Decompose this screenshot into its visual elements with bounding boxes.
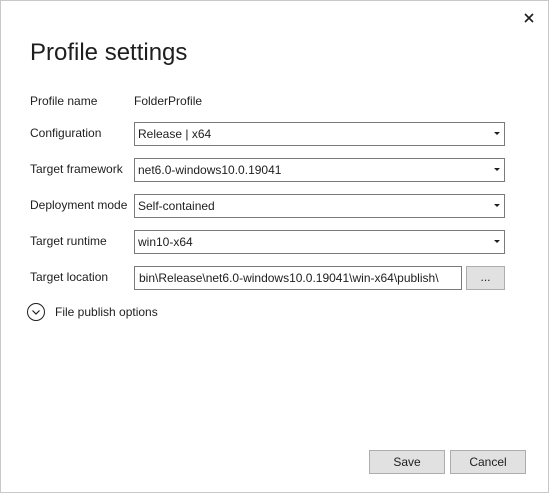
close-icon <box>524 13 534 23</box>
dropdown-arrow-icon <box>494 204 500 207</box>
profile-name-label: Profile name <box>30 94 98 108</box>
configuration-dropdown[interactable]: Release | x64 <box>134 122 505 146</box>
configuration-selected-value: Release | x64 <box>138 127 212 141</box>
profile-name-row: Profile name FolderProfile <box>30 90 505 114</box>
target-runtime-selected-value: win10-x64 <box>138 235 193 249</box>
configuration-row: Configuration Release | x64 <box>30 122 505 146</box>
target-framework-row: Target framework net6.0-windows10.0.1904… <box>30 158 505 182</box>
target-location-row: Target location ... <box>30 266 505 290</box>
target-location-input[interactable] <box>134 266 462 290</box>
browse-button[interactable]: ... <box>466 266 505 290</box>
target-runtime-row: Target runtime win10-x64 <box>30 230 505 254</box>
profile-settings-dialog: Profile settings Profile name FolderProf… <box>0 0 549 493</box>
dropdown-arrow-icon <box>494 168 500 171</box>
target-location-label: Target location <box>30 270 109 284</box>
dialog-title: Profile settings <box>30 39 188 66</box>
dropdown-arrow-icon <box>494 132 500 135</box>
target-framework-dropdown[interactable]: net6.0-windows10.0.19041 <box>134 158 505 182</box>
save-button[interactable]: Save <box>369 450 445 474</box>
deployment-mode-selected-value: Self-contained <box>138 199 215 213</box>
target-framework-selected-value: net6.0-windows10.0.19041 <box>138 163 282 177</box>
profile-name-value: FolderProfile <box>134 94 203 108</box>
dropdown-arrow-icon <box>494 240 500 243</box>
close-button[interactable] <box>521 10 537 26</box>
file-publish-options-label: File publish options <box>55 305 158 319</box>
chevron-down-circle-icon <box>27 303 45 321</box>
deployment-mode-dropdown[interactable]: Self-contained <box>134 194 505 218</box>
target-runtime-label: Target runtime <box>30 234 107 248</box>
deployment-mode-label: Deployment mode <box>30 198 128 212</box>
target-runtime-dropdown[interactable]: win10-x64 <box>134 230 505 254</box>
deployment-mode-row: Deployment mode Self-contained <box>30 194 505 218</box>
cancel-button[interactable]: Cancel <box>450 450 526 474</box>
configuration-label: Configuration <box>30 126 102 140</box>
target-framework-label: Target framework <box>30 162 123 176</box>
